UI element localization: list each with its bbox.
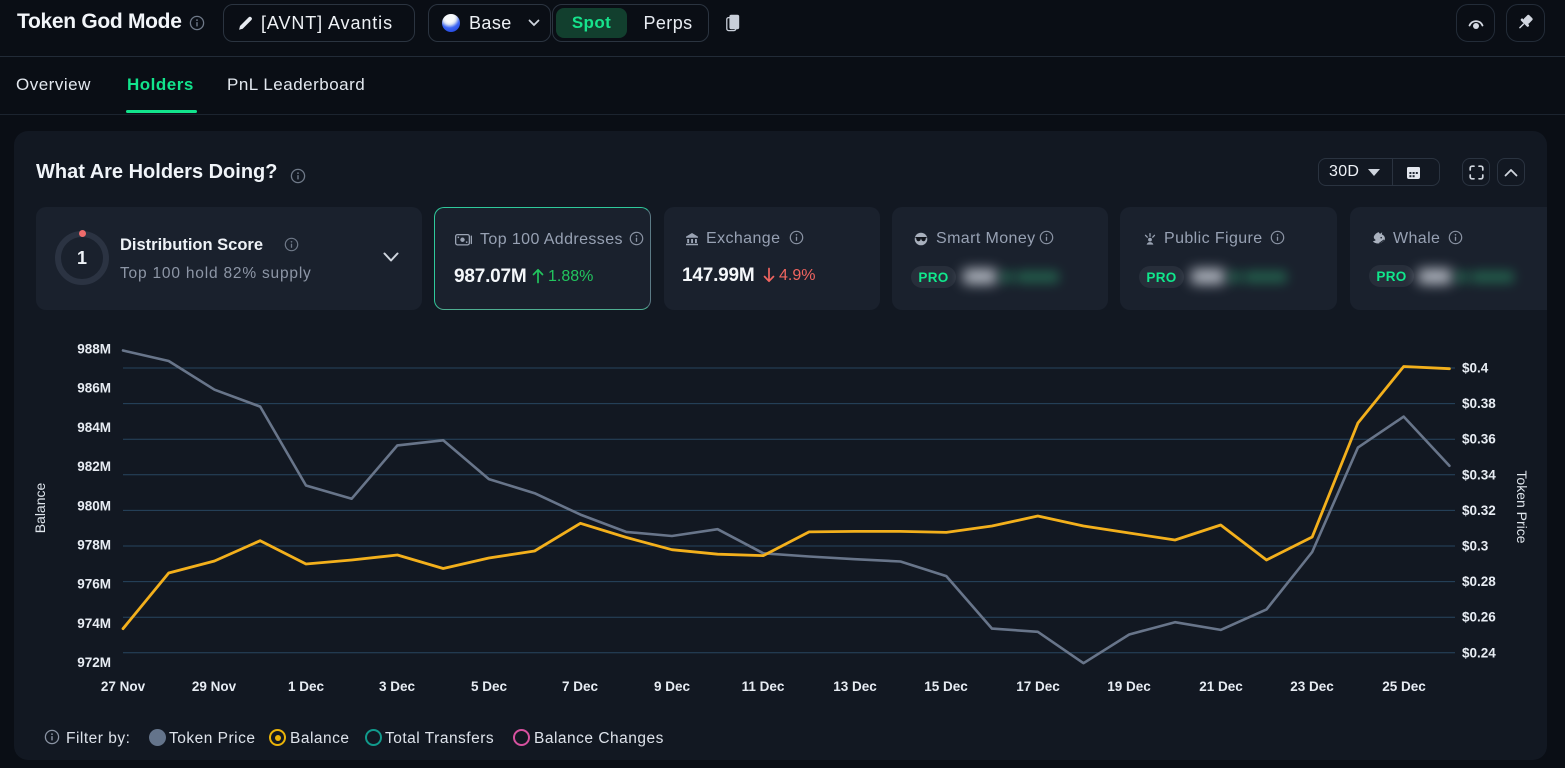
svg-text:972M: 972M	[77, 655, 111, 670]
svg-text:$0.36: $0.36	[1462, 432, 1496, 447]
svg-text:9 Dec: 9 Dec	[654, 679, 691, 694]
svg-text:$0.32: $0.32	[1462, 503, 1496, 518]
svg-text:982M: 982M	[77, 459, 111, 474]
svg-text:978M: 978M	[77, 538, 111, 553]
svg-text:5 Dec: 5 Dec	[471, 679, 508, 694]
svg-text:7 Dec: 7 Dec	[562, 679, 599, 694]
svg-text:$0.34: $0.34	[1462, 467, 1496, 482]
svg-text:29 Nov: 29 Nov	[192, 679, 237, 694]
svg-text:976M: 976M	[77, 577, 111, 592]
svg-text:988M: 988M	[77, 342, 111, 357]
svg-text:27 Nov: 27 Nov	[101, 679, 146, 694]
svg-text:17 Dec: 17 Dec	[1016, 679, 1060, 694]
svg-text:Balance: Balance	[32, 482, 48, 533]
svg-text:13 Dec: 13 Dec	[833, 679, 877, 694]
svg-text:$0.28: $0.28	[1462, 574, 1496, 589]
svg-text:1 Dec: 1 Dec	[288, 679, 325, 694]
svg-text:23 Dec: 23 Dec	[1290, 679, 1334, 694]
svg-text:$0.38: $0.38	[1462, 396, 1496, 411]
svg-text:$0.24: $0.24	[1462, 645, 1496, 660]
svg-text:$0.26: $0.26	[1462, 610, 1496, 625]
svg-text:Token Price: Token Price	[1514, 470, 1530, 543]
svg-text:25 Dec: 25 Dec	[1382, 679, 1426, 694]
svg-text:986M: 986M	[77, 381, 111, 396]
svg-text:11 Dec: 11 Dec	[742, 679, 785, 694]
svg-text:3 Dec: 3 Dec	[379, 679, 416, 694]
svg-text:$0.3: $0.3	[1462, 539, 1489, 554]
svg-text:19 Dec: 19 Dec	[1107, 679, 1151, 694]
svg-text:15 Dec: 15 Dec	[924, 679, 968, 694]
svg-text:984M: 984M	[77, 420, 111, 435]
svg-text:980M: 980M	[77, 498, 111, 513]
svg-text:$0.4: $0.4	[1462, 361, 1489, 376]
svg-text:21 Dec: 21 Dec	[1199, 679, 1243, 694]
svg-text:974M: 974M	[77, 616, 111, 631]
